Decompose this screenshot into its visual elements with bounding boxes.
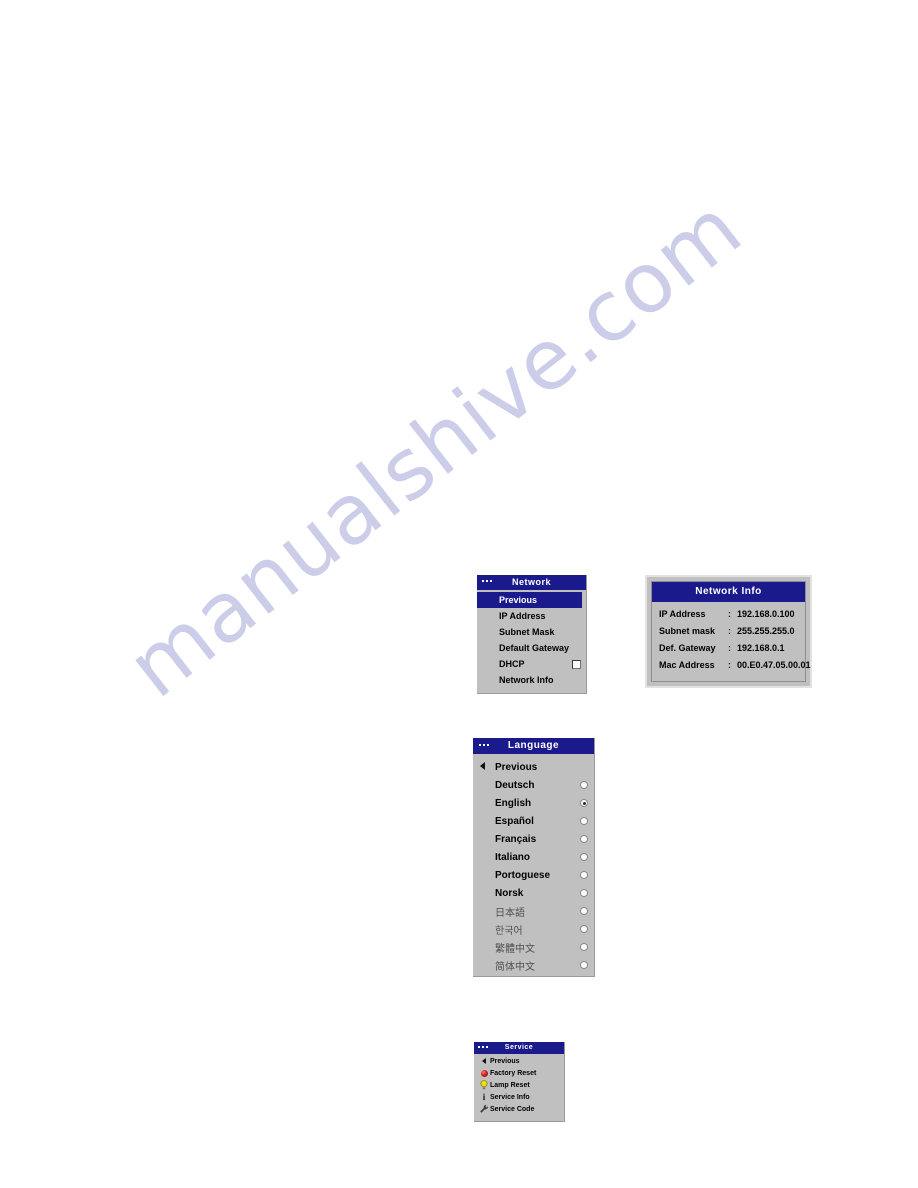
network-info-key: Def. Gateway (659, 642, 716, 653)
network-menu-item-label: DHCP (499, 659, 525, 669)
language-menu-item-previous[interactable]: Previous (473, 758, 594, 776)
network-menu-list: Previous IP Address Subnet Mask Default … (477, 590, 586, 688)
network-menu-title-bar: Network (477, 575, 586, 590)
network-info-value: 00.E0.47.05.00.01 (737, 659, 811, 670)
network-info-key: Subnet mask (659, 625, 716, 636)
service-menu-item-label: Service Code (490, 1105, 535, 1113)
network-menu-item-label: Previous (499, 595, 538, 605)
service-menu-item-previous[interactable]: Previous (474, 1055, 564, 1067)
network-info-separator: : (728, 659, 731, 670)
language-menu-item-label: Norsk (495, 887, 524, 899)
network-menu-item-network-info[interactable]: Network Info (477, 672, 586, 688)
language-menu-item-label: Italiano (495, 851, 531, 863)
network-info-row-subnet-mask: Subnet mask : 255.255.255.0 (652, 622, 805, 639)
network-info-value: 192.168.0.100 (737, 608, 795, 619)
language-radio-norsk[interactable] (580, 889, 588, 897)
language-menu-item-label: Deutsch (495, 779, 535, 791)
service-menu-item-lamp-reset[interactable]: Lamp Reset (474, 1079, 564, 1091)
dhcp-checkbox[interactable] (572, 659, 581, 669)
language-menu-item-label: Français (495, 833, 537, 845)
network-info-inner-frame: Network Info IP Address : 192.168.0.100 … (651, 581, 811, 682)
network-menu-item-default-gateway[interactable]: Default Gateway (477, 640, 586, 656)
language-menu-panel: Language Previous Deutsch English Españo… (473, 738, 595, 977)
red-sphere-icon (478, 1067, 490, 1079)
network-menu-panel: Network Previous IP Address Subnet Mask … (477, 575, 587, 694)
network-menu-item-label: Subnet Mask (499, 627, 555, 637)
three-dots-icon (478, 1046, 488, 1048)
lightbulb-icon (478, 1079, 490, 1091)
language-menu-item-label: 简体中文 (495, 961, 535, 973)
service-menu-panel: Service Previous Factory Reset Lamp Rese… (474, 1042, 565, 1122)
language-menu-title-bar: Language (473, 738, 594, 754)
network-menu-item-previous[interactable]: Previous (477, 592, 582, 608)
network-info-value: 192.168.0.1 (737, 642, 785, 653)
language-menu-item-label: Español (495, 815, 534, 827)
service-menu-item-label: Lamp Reset (490, 1081, 530, 1089)
service-menu-item-service-code[interactable]: Service Code (474, 1103, 564, 1115)
language-menu-item-korean[interactable]: 한국어 (473, 920, 594, 938)
language-menu-item-label: 繁體中文 (495, 943, 535, 955)
language-menu-item-francais[interactable]: Français (473, 830, 594, 848)
language-menu-item-espanol[interactable]: Español (473, 812, 594, 830)
language-menu-item-label: English (495, 797, 532, 809)
network-menu-item-subnet-mask[interactable]: Subnet Mask (477, 624, 586, 640)
service-menu-item-label: Factory Reset (490, 1069, 537, 1077)
network-info-row-ip-address: IP Address : 192.168.0.100 (652, 605, 805, 622)
service-menu-item-service-info[interactable]: i Service Info (474, 1091, 564, 1103)
language-menu-item-japanese[interactable]: 日本語 (473, 902, 594, 920)
service-menu-title: Service (504, 1044, 534, 1051)
service-menu-title-bar: Service (474, 1042, 564, 1054)
language-menu-item-label: Previous (495, 761, 538, 773)
language-menu-item-norsk[interactable]: Norsk (473, 884, 594, 902)
info-i-icon: i (482, 1091, 486, 1102)
network-info-key: Mac Address (659, 659, 715, 670)
language-radio-deutsch[interactable] (580, 781, 588, 789)
language-menu-item-label: 한국어 (495, 925, 523, 937)
network-info-panel: Network Info IP Address : 192.168.0.100 … (645, 575, 812, 688)
language-menu-item-italiano[interactable]: Italiano (473, 848, 594, 866)
language-menu-item-english[interactable]: English (473, 794, 594, 812)
language-radio-portoguese[interactable] (580, 871, 588, 879)
language-menu-item-label: 日本語 (495, 907, 525, 919)
language-menu-title: Language (507, 740, 560, 751)
language-menu-item-label: Portoguese (495, 869, 551, 881)
language-radio-espanol[interactable] (580, 817, 588, 825)
language-radio-italiano[interactable] (580, 853, 588, 861)
service-menu-list: Previous Factory Reset Lamp Reset i Serv… (474, 1054, 564, 1115)
three-dots-icon (479, 744, 489, 746)
network-info-rows: IP Address : 192.168.0.100 Subnet mask :… (652, 602, 811, 673)
language-menu-item-portoguese[interactable]: Portoguese (473, 866, 594, 884)
language-radio-simplified-chinese[interactable] (580, 961, 588, 969)
service-menu-item-label: Previous (490, 1057, 520, 1065)
service-menu-item-label: Service Info (490, 1093, 530, 1101)
network-info-separator: : (728, 642, 731, 653)
network-menu-item-label: Network Info (499, 675, 554, 685)
language-radio-english[interactable] (580, 799, 588, 807)
network-info-key: IP Address (659, 608, 706, 619)
language-radio-japanese[interactable] (580, 907, 588, 915)
language-menu-item-traditional-chinese[interactable]: 繁體中文 (473, 938, 594, 956)
language-menu-item-simplified-chinese[interactable]: 简体中文 (473, 956, 594, 974)
language-radio-traditional-chinese[interactable] (580, 943, 588, 951)
network-info-separator: : (728, 608, 731, 619)
network-info-value: 255.255.255.0 (737, 625, 795, 636)
left-triangle-icon (478, 1055, 490, 1067)
network-menu-title: Network (511, 577, 551, 587)
network-menu-item-label: Default Gateway (499, 643, 570, 653)
wrench-icon (478, 1103, 490, 1115)
language-menu-list: Previous Deutsch English Español Françai… (473, 754, 594, 974)
network-info-row-def-gateway: Def. Gateway : 192.168.0.1 (652, 639, 805, 656)
three-dots-icon (482, 580, 492, 582)
language-radio-francais[interactable] (580, 835, 588, 843)
language-radio-korean[interactable] (580, 925, 588, 933)
language-menu-item-deutsch[interactable]: Deutsch (473, 776, 594, 794)
network-info-row-mac-address: Mac Address : 00.E0.47.05.00.01 (652, 656, 811, 673)
network-info-title: Network Info (695, 586, 762, 597)
network-menu-item-label: IP Address (499, 611, 546, 621)
network-info-separator: : (728, 625, 731, 636)
network-menu-item-ip-address[interactable]: IP Address (477, 608, 586, 624)
network-menu-item-dhcp[interactable]: DHCP (477, 656, 586, 672)
service-menu-item-factory-reset[interactable]: Factory Reset (474, 1067, 564, 1079)
network-info-title-bar: Network Info (652, 582, 805, 602)
